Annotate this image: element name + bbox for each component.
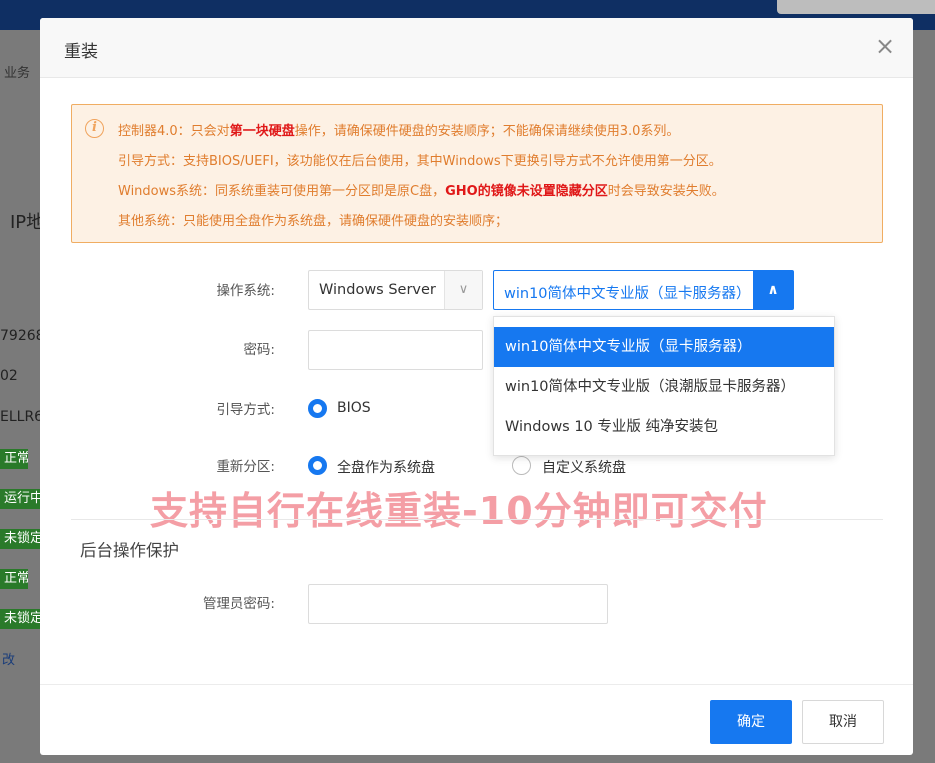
alert-text: 控制器4.0：只会对 bbox=[118, 124, 230, 139]
warning-alert: i 控制器4.0：只会对第一块硬盘操作，请确保硬件硬盘的安装顺序；不能确保请继续… bbox=[71, 104, 883, 243]
bios-radio[interactable] bbox=[308, 399, 327, 418]
version-option[interactable]: win10简体中文专业版（显卡服务器） bbox=[494, 327, 834, 367]
version-select[interactable]: win10简体中文专业版（显卡服务器） ∧ bbox=[493, 270, 794, 310]
background-status-badge: 未锁定 bbox=[0, 609, 40, 629]
password-label: 密码: bbox=[243, 342, 275, 358]
alert-text: 时会导致安装失败。 bbox=[607, 184, 725, 199]
background-text: ELLR6 bbox=[0, 409, 44, 425]
admin-password-input[interactable] bbox=[308, 584, 608, 624]
alert-highlight: 第一块硬盘 bbox=[229, 124, 295, 139]
version-select-value: win10简体中文专业版（显卡服务器） bbox=[504, 286, 751, 302]
chevron-down-icon[interactable]: ∨ bbox=[444, 271, 482, 309]
boot-label: 引导方式: bbox=[216, 402, 275, 418]
background-status-badge: 正常 bbox=[0, 449, 28, 469]
custom-disk-radio[interactable] bbox=[512, 456, 531, 475]
section-divider bbox=[71, 519, 883, 520]
full-disk-radio[interactable] bbox=[308, 456, 327, 475]
version-option[interactable]: Windows 10 专业版 纯净安装包 bbox=[494, 407, 834, 447]
protection-section-title: 后台操作保护 bbox=[80, 541, 179, 560]
alert-line-windows: Windows系统：同系统重装可使用第一分区即是原C盘，GHO的镜像未设置隐藏分… bbox=[118, 180, 725, 199]
background-text: 业务 bbox=[4, 66, 31, 81]
alert-text: Windows系统：同系统重装可使用第一分区即是原C盘， bbox=[118, 184, 446, 199]
reinstall-dialog: 重装 × i 控制器4.0：只会对第一块硬盘操作，请确保硬件硬盘的安装顺序；不能… bbox=[40, 18, 913, 755]
info-icon: i bbox=[85, 119, 104, 138]
background-status-badge: 正常 bbox=[0, 569, 28, 589]
close-icon[interactable]: × bbox=[871, 32, 899, 60]
full-disk-radio-label: 全盘作为系统盘 bbox=[337, 460, 435, 476]
password-input[interactable] bbox=[308, 330, 483, 370]
version-dropdown: win10简体中文专业版（显卡服务器） win10简体中文专业版（浪潮版显卡服务… bbox=[493, 316, 835, 456]
alert-text: 操作，请确保硬件硬盘的安装顺序；不能确保请继续使用3.0系列。 bbox=[294, 124, 680, 139]
background-status-badge: 未锁定 bbox=[0, 529, 40, 549]
partition-label: 重新分区: bbox=[216, 459, 275, 475]
version-option[interactable]: win10简体中文专业版（浪潮版显卡服务器） bbox=[494, 367, 834, 407]
cancel-button[interactable]: 取消 bbox=[802, 700, 884, 744]
chevron-up-icon[interactable]: ∧ bbox=[753, 271, 793, 309]
dialog-title: 重装 bbox=[64, 42, 98, 62]
admin-password-label: 管理员密码: bbox=[202, 596, 275, 612]
background-text: 02 bbox=[0, 368, 18, 384]
os-label: 操作系统: bbox=[216, 283, 275, 299]
background-text: 79268 bbox=[0, 328, 45, 344]
alert-line-boot: 引导方式：支持BIOS/UEFI，该功能仅在后台使用，其中Windows下更换引… bbox=[118, 154, 722, 169]
confirm-button[interactable]: 确定 bbox=[710, 700, 792, 744]
alert-line-other: 其他系统：只能使用全盘作为系统盘，请确保硬件硬盘的安装顺序； bbox=[118, 214, 509, 229]
background-status-badge: 运行中 bbox=[0, 489, 40, 509]
os-select[interactable]: Windows Server ∨ bbox=[308, 270, 483, 310]
dialog-header: 重装 × bbox=[40, 18, 913, 78]
background-link: 改 bbox=[2, 653, 16, 668]
alert-highlight: GHO的镜像未设置隐藏分区 bbox=[445, 184, 608, 199]
alert-line-controller: 控制器4.0：只会对第一块硬盘操作，请确保硬件硬盘的安装顺序；不能确保请继续使用… bbox=[118, 120, 679, 139]
footer-divider bbox=[40, 684, 913, 685]
promo-watermark: 支持自行在线重装-10分钟即可交付 bbox=[150, 489, 768, 533]
os-select-value: Windows Server bbox=[319, 282, 436, 298]
bios-radio-label: BIOS bbox=[337, 400, 371, 416]
background-top-button bbox=[777, 0, 935, 14]
custom-disk-radio-label: 自定义系统盘 bbox=[542, 460, 626, 476]
